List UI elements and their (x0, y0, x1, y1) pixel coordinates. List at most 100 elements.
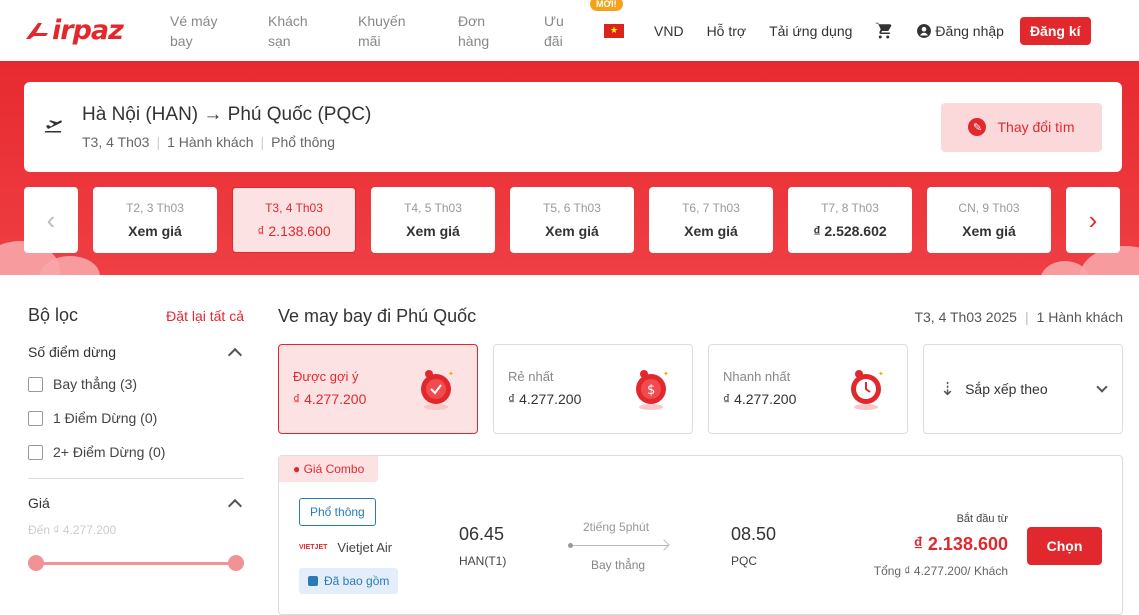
price-range-label: Đến ₫ 4.277.200 (28, 523, 117, 537)
luggage-icon (308, 576, 318, 586)
option-label: 2+ Điểm Dừng (0) (53, 444, 166, 460)
checkbox[interactable] (28, 376, 43, 392)
results-date: T3, 4 Th03 2025 (914, 308, 1017, 325)
language-selector[interactable]: MỚI! ★ (590, 0, 650, 43)
search-pax: 1 Hành khách (167, 134, 254, 150)
svg-text:✦: ✦ (663, 370, 669, 378)
flight-price: ₫ 2.138.600 (913, 534, 1008, 554)
option-label: 1 Điểm Dừng (0) (53, 410, 158, 426)
results-header: Ve may bay đi Phú Quốc T3, 4 Th03 2025 |… (278, 306, 1123, 327)
checkbox[interactable] (28, 444, 43, 460)
stops-label: Bay thẳng (591, 558, 646, 572)
logo-text: irpaz (52, 15, 124, 46)
currency-selector[interactable]: VND (654, 23, 684, 39)
date-price: Xem giá (406, 223, 460, 239)
date-price: Xem giá (545, 223, 599, 239)
date-card[interactable]: T6, 7 Th03 Xem giá (649, 187, 773, 253)
departure-time: 06.45 (459, 524, 505, 544)
signup-button[interactable]: Đăng kí (1019, 16, 1091, 45)
checkbox[interactable] (28, 410, 43, 426)
date-card-selected[interactable]: T3, 4 Th03 ₫ 2.138.600 (232, 187, 356, 253)
airpaz-logo[interactable]: irpaz (24, 15, 156, 46)
next-dates-button[interactable]: › (1066, 187, 1120, 253)
choose-flight-button[interactable]: Chọn (1027, 527, 1102, 565)
slider-min-handle[interactable] (28, 555, 44, 571)
filter-title: Bộ lọc (28, 305, 79, 325)
stop-option-direct[interactable]: Bay thẳng (3) (28, 376, 244, 392)
nav-deals[interactable]: Ưu đãi (544, 11, 574, 51)
date-card[interactable]: T5, 6 Th03 Xem giá (510, 187, 634, 253)
edit-icon: ✎ (968, 118, 987, 136)
nav-promos[interactable]: Khuyến mãi (358, 11, 418, 51)
chevron-right-icon: › (1088, 204, 1098, 235)
flight-card: ● Giá Combo Phổ thông VIETJET Vietjet Ai… (278, 455, 1123, 615)
results-meta: T3, 4 Th03 2025 | 1 Hành khách (914, 308, 1123, 325)
support-link[interactable]: Hỗ trợ (707, 23, 747, 39)
search-details: T3, 4 Th03 | 1 Hành khách | Phổ thông (82, 134, 335, 150)
date-label: T2, 3 Th03 (126, 201, 184, 215)
date-card[interactable]: T2, 3 Th03 Xem giá (93, 187, 217, 253)
nav-flights[interactable]: Vé máy bay (170, 11, 230, 51)
sort-fastest[interactable]: Nhanh nhất ₫ 4.277.200 ✦ (708, 344, 908, 434)
change-search-label: Thay đổi tìm (997, 119, 1075, 135)
date-price: Xem giá (684, 223, 738, 239)
airline-name: Vietjet Air (337, 540, 393, 555)
date-card[interactable]: T7, 8 Th03 ₫ 2.528.602 (788, 187, 912, 253)
cart-icon[interactable] (875, 21, 895, 41)
money-coin-icon: $ ✦ (636, 370, 669, 410)
search-summary: Hà Nội (HAN) → Phú Quốc (PQC) T3, 4 Th03… (24, 82, 1122, 172)
change-search-button[interactable]: ✎ Thay đổi tìm (941, 102, 1102, 152)
filter-sidebar: Bộ lọc Đặt lại tất cả Số điểm dừng Bay t… (28, 305, 244, 571)
stops-title: Số điểm dừng (28, 344, 116, 360)
cabin-badge: Phổ thông (299, 498, 376, 526)
sort-recommended[interactable]: Được gợi ý ₫ 4.277.200 ✦ (278, 344, 478, 434)
prev-dates-button[interactable]: ‹ (24, 187, 78, 253)
thumbs-up-coin-icon: ✦ (421, 370, 454, 410)
date-card[interactable]: CN, 9 Th03 Xem giá (927, 187, 1051, 253)
nav-hotels[interactable]: Khách sạn (268, 11, 328, 51)
route-title: Hà Nội (HAN) → Phú Quốc (PQC) (82, 104, 372, 125)
sort-dropdown[interactable]: ⇣ Sắp xếp theo (923, 344, 1123, 434)
user-icon (917, 23, 932, 38)
slider-max-handle[interactable] (228, 555, 244, 571)
price-from-label: Bắt đầu từ (956, 513, 1008, 525)
new-badge: MỚI! (590, 0, 623, 11)
download-app-link[interactable]: Tải ứng dụng (769, 23, 852, 39)
login-link[interactable]: Đăng nhập (917, 23, 1004, 39)
top-header: irpaz Vé máy bay Khách sạn Khuyến mãi Đơ… (0, 0, 1139, 61)
stops-section-header[interactable]: Số điểm dừng (28, 344, 244, 362)
included-label: Đã bao gồm (324, 574, 390, 588)
departure-airport: HAN(T1) (459, 554, 507, 568)
price-title: Giá (28, 495, 50, 511)
slider-track (35, 562, 237, 565)
svg-text:✦: ✦ (878, 370, 884, 378)
chevron-down-icon (1096, 381, 1108, 393)
flight-duration: 2tiếng 5phút (583, 520, 650, 534)
date-card[interactable]: T4, 5 Th03 Xem giá (371, 187, 495, 253)
date-price: ₫ 2.138.600 (257, 223, 331, 239)
date-label: T6, 7 Th03 (682, 201, 740, 215)
search-cabin: Phổ thông (271, 134, 335, 150)
date-price: Xem giá (962, 223, 1016, 239)
nav-orders[interactable]: Đơn hàng (458, 11, 504, 51)
plane-takeoff-icon (44, 117, 62, 138)
total-price: Tổng ₫ 4.277.200/ Khách (873, 564, 1008, 578)
baggage-included-badge[interactable]: Đã bao gồm (299, 568, 399, 594)
price-slider[interactable] (28, 555, 244, 571)
results-pax: 1 Hành khách (1036, 308, 1123, 325)
date-label: T4, 5 Th03 (404, 201, 462, 215)
sort-dropdown-label: Sắp xếp theo (965, 381, 1048, 397)
vietnam-flag-icon: ★ (604, 23, 624, 38)
sort-cheapest[interactable]: Rẻ nhất ₫ 4.277.200 $ ✦ (493, 344, 693, 434)
date-label: T3, 4 Th03 (265, 201, 323, 215)
reset-filters-link[interactable]: Đặt lại tất cả (166, 308, 244, 324)
stop-option-one[interactable]: 1 Điểm Dừng (0) (28, 410, 244, 426)
airline-info: VIETJET Vietjet Air (299, 540, 392, 555)
stop-option-two-plus[interactable]: 2+ Điểm Dừng (0) (28, 444, 244, 460)
option-label: Bay thẳng (3) (53, 376, 138, 392)
divider (28, 478, 244, 479)
results-title: Ve may bay đi Phú Quốc (278, 306, 477, 326)
cloud-decoration (1040, 261, 1090, 275)
date-label: CN, 9 Th03 (958, 201, 1020, 215)
price-section-header[interactable]: Giá (28, 495, 244, 513)
